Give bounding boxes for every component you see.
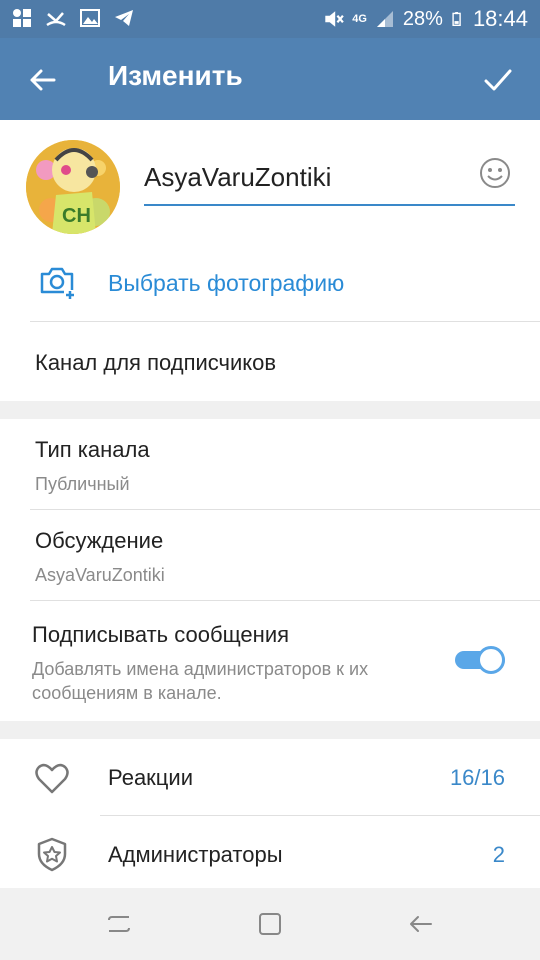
back-arrow-icon[interactable] [24, 62, 60, 98]
status-bar: 4G 28% 18:44 [0, 0, 540, 38]
system-nav-bar [0, 888, 540, 960]
emoji-icon[interactable] [478, 156, 512, 190]
network-label: 4G [352, 13, 367, 25]
administrators-row[interactable]: Администраторы 2 [0, 816, 540, 888]
channel-name-input[interactable]: AsyaVaruZontiki [144, 162, 331, 193]
divider [30, 321, 540, 322]
channel-type-row[interactable]: Тип канала Публичный [0, 419, 540, 509]
administrators-value: 2 [492, 842, 505, 867]
avatar[interactable]: CH [26, 140, 120, 234]
profile-section: CH AsyaVaruZontiki Выбрать фотографию Ка… [0, 120, 540, 410]
channel-description-input[interactable]: Канал для подписчиков [35, 350, 276, 376]
sign-messages-description: Добавлять имена администраторов к их соо… [32, 659, 369, 703]
status-right-icons: 4G 28% 18:44 [322, 6, 528, 32]
section-separator [0, 401, 540, 419]
reactions-row[interactable]: Реакции 16/16 [0, 739, 540, 815]
choose-photo-label: Выбрать фотографию [108, 270, 345, 296]
missed-call-icon [46, 12, 66, 27]
recent-apps-icon[interactable] [105, 910, 133, 938]
signal-icon [376, 11, 393, 27]
camera-add-icon [40, 267, 76, 300]
toggle-knob [477, 646, 505, 674]
discussion-title: Обсуждение [35, 528, 164, 553]
channel-type-title: Тип канала [35, 437, 150, 462]
image-icon [80, 9, 100, 27]
status-left-icons [12, 8, 134, 28]
shield-star-icon [37, 837, 67, 872]
clock: 18:44 [472, 6, 528, 31]
heart-icon [35, 763, 69, 794]
name-input-underline [144, 204, 515, 206]
battery-icon [452, 12, 461, 26]
choose-photo-button[interactable]: Выбрать фотографию [0, 242, 540, 322]
administrators-label: Администраторы [108, 842, 283, 867]
discussion-value: AsyaVaruZontiki [35, 565, 165, 585]
check-icon[interactable] [480, 62, 516, 98]
apps-icon [13, 9, 31, 27]
channel-type-value: Публичный [35, 474, 130, 494]
home-icon[interactable] [256, 910, 284, 938]
sign-messages-toggle[interactable] [455, 646, 505, 674]
avatar-image: CH [26, 140, 120, 234]
discussion-row[interactable]: Обсуждение AsyaVaruZontiki [0, 510, 540, 600]
telegram-icon [115, 10, 133, 26]
mute-icon [325, 11, 344, 27]
back-icon[interactable] [407, 910, 435, 938]
sign-messages-title: Подписывать сообщения [32, 622, 290, 647]
app-bar: Изменить [0, 38, 540, 120]
battery-percent: 28% [402, 7, 443, 30]
page-title: Изменить [108, 60, 243, 91]
reactions-value: 16/16 [449, 765, 505, 790]
avatar-text: CH [62, 205, 91, 227]
reactions-label: Реакции [108, 765, 193, 790]
section-separator [0, 721, 540, 739]
